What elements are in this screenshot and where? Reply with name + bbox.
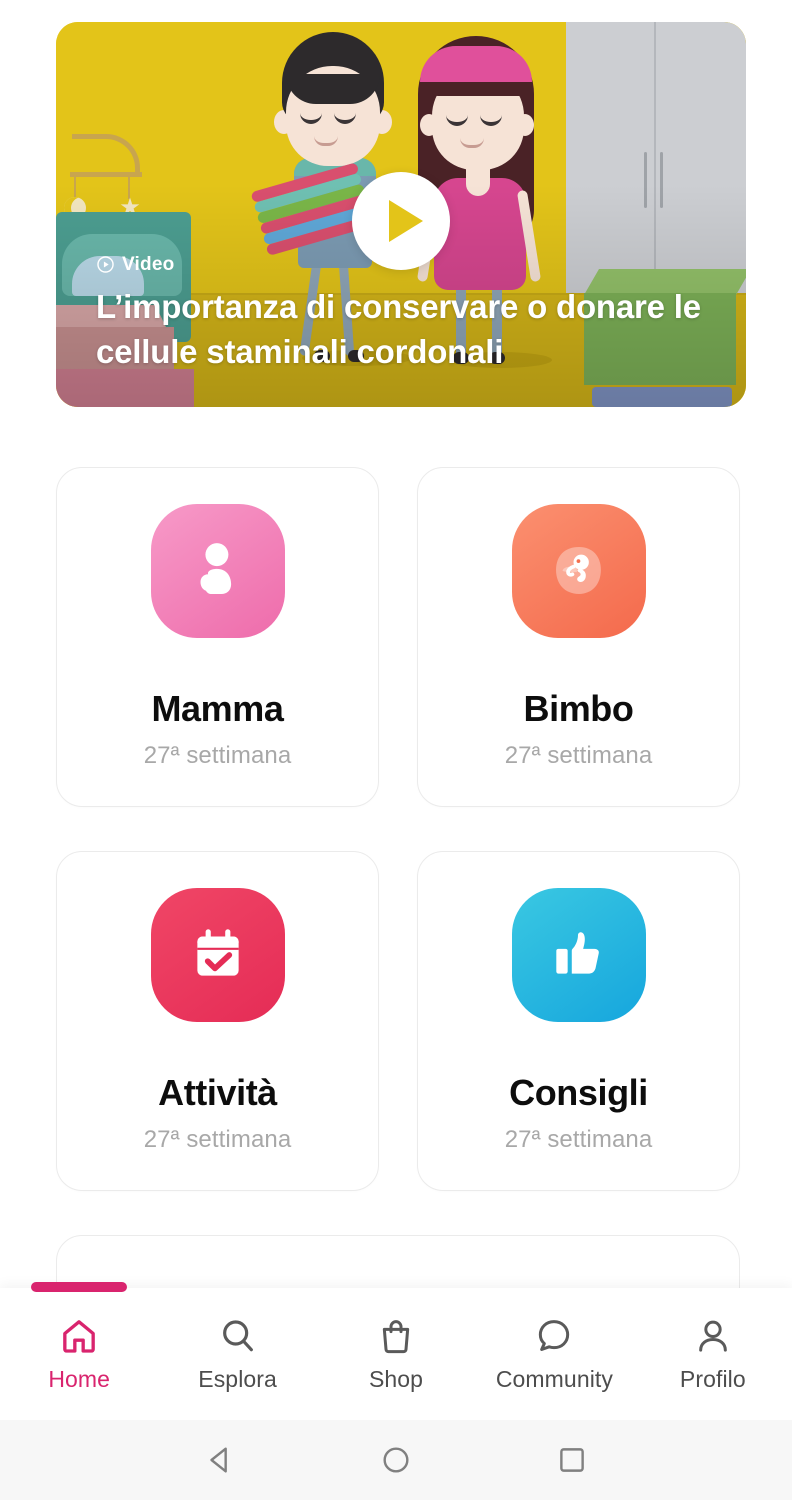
tile-title: Attività xyxy=(158,1072,277,1113)
tile-subtitle: 27ª settimana xyxy=(504,742,653,769)
home-icon xyxy=(63,1319,96,1353)
attivita-icon-badge xyxy=(150,888,285,1022)
fetus-icon xyxy=(555,546,601,594)
play-icon xyxy=(388,200,423,242)
nav-item-community[interactable]: Community xyxy=(475,1288,633,1420)
scroll-content[interactable]: ★ xyxy=(0,0,792,1500)
nav-label: Community xyxy=(495,1365,614,1392)
hero-video-card[interactable]: ★ xyxy=(56,22,746,407)
tile-subtitle: 27ª settimana xyxy=(143,742,292,769)
tile-attivita[interactable]: Attività 27ª settimana xyxy=(56,851,379,1191)
back-triangle-icon[interactable] xyxy=(203,1443,237,1477)
tile-title: Bimbo xyxy=(523,688,634,729)
nav-item-profilo[interactable]: Profilo xyxy=(634,1288,792,1420)
nav-item-shop[interactable]: Shop xyxy=(317,1288,475,1420)
tile-subtitle: 27ª settimana xyxy=(143,1126,292,1153)
app-screen: ★ xyxy=(0,0,792,1500)
tiles-grid: Mamma 27ª settimana Bimbo 27ª settimana … xyxy=(56,467,740,1191)
home-circle-icon[interactable] xyxy=(379,1443,413,1477)
video-badge-label: Video xyxy=(122,253,175,275)
calendar-check-icon xyxy=(196,929,239,976)
nav-label: Home xyxy=(48,1365,111,1392)
tile-consigli[interactable]: Consigli 27ª settimana xyxy=(417,851,740,1191)
nav-item-esplora[interactable]: Esplora xyxy=(158,1288,316,1420)
thumbs-up-icon xyxy=(555,932,599,974)
play-circle-icon xyxy=(97,256,114,274)
nav-label: Shop xyxy=(368,1365,424,1392)
nav-label: Profilo xyxy=(679,1365,746,1392)
tile-title: Consigli xyxy=(509,1072,648,1113)
mamma-icon-badge xyxy=(150,504,285,638)
consigli-icon-badge xyxy=(511,888,646,1022)
shopping-bag-icon xyxy=(382,1319,410,1353)
hero-text-block: Video L’importanza di conservare o donar… xyxy=(96,254,712,375)
tile-mamma[interactable]: Mamma 27ª settimana xyxy=(56,467,379,807)
pregnant-woman-icon xyxy=(200,543,231,594)
bottom-navigation: Home Esplora Shop Community Profilo xyxy=(0,1282,792,1420)
android-system-bar xyxy=(0,1420,792,1500)
tile-title: Mamma xyxy=(151,688,284,729)
tile-subtitle: 27ª settimana xyxy=(504,1126,653,1153)
hero-title: L’importanza di conservare o donare le c… xyxy=(96,287,701,371)
person-icon xyxy=(698,1320,727,1352)
bimbo-icon-badge xyxy=(511,504,646,638)
nav-label: Esplora xyxy=(198,1365,277,1392)
video-badge: Video xyxy=(96,254,712,276)
tile-bimbo[interactable]: Bimbo 27ª settimana xyxy=(417,467,740,807)
nav-item-home[interactable]: Home xyxy=(0,1282,158,1420)
active-tab-indicator xyxy=(31,1282,128,1292)
search-icon xyxy=(222,1319,253,1351)
chat-bubble-icon xyxy=(539,1319,570,1351)
recents-square-icon[interactable] xyxy=(555,1443,589,1477)
